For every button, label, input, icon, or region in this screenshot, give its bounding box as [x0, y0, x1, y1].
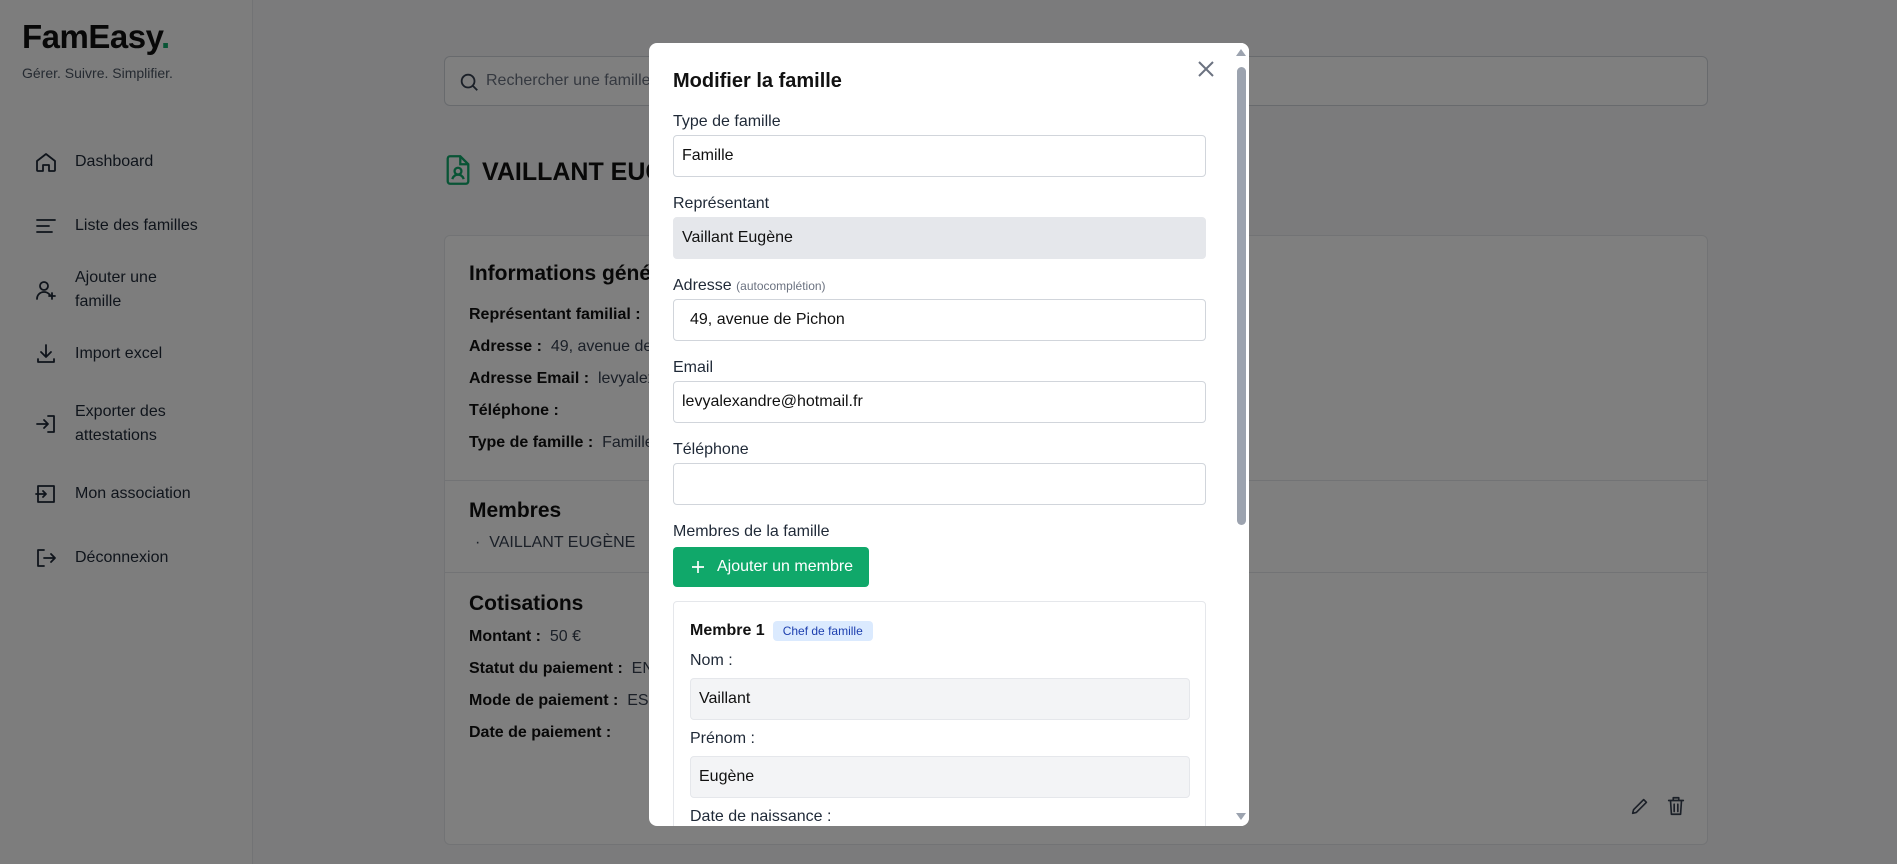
member-first-name-label: Prénom :: [690, 730, 755, 747]
scroll-up-icon[interactable]: [1236, 49, 1246, 56]
member-birthdate-label: Date de naissance :: [690, 808, 832, 825]
representative-field: Vaillant Eugène: [673, 217, 1206, 259]
scroll-down-icon[interactable]: [1236, 813, 1246, 820]
email-field[interactable]: levyalexandre@hotmail.fr: [673, 381, 1206, 423]
member-last-name-field[interactable]: Vaillant: [690, 678, 1190, 720]
edit-family-modal: Modifier la famille Type de famille Fami…: [649, 43, 1249, 826]
add-member-button[interactable]: Ajouter un membre: [673, 547, 869, 587]
modal-content: Modifier la famille Type de famille Fami…: [649, 43, 1233, 826]
family-type-label: Type de famille: [673, 113, 781, 130]
add-member-label: Ajouter un membre: [717, 558, 854, 575]
scrollbar-thumb[interactable]: [1237, 67, 1246, 525]
status-badge: Chef de famille: [772, 621, 873, 641]
phone-field[interactable]: [673, 463, 1206, 505]
plus-icon: [692, 561, 704, 573]
family-type-field[interactable]: Famille: [673, 135, 1206, 177]
member-last-name-label: Nom :: [690, 652, 733, 669]
modal-title: Modifier la famille: [673, 70, 842, 92]
member-card: Membre 1 Chef de famille Nom : Vaillant …: [673, 601, 1206, 826]
family-members-label: Membres de la famille: [673, 523, 830, 540]
representative-label: Représentant: [673, 195, 770, 212]
phone-label: Téléphone: [673, 441, 749, 458]
close-icon[interactable]: [1194, 57, 1218, 81]
modal-scrollbar[interactable]: [1233, 43, 1249, 826]
member-title: Membre 1: [690, 622, 765, 639]
member-header: Membre 1 Chef de famille: [690, 621, 873, 641]
address-label: Adresse (autocomplétion): [673, 277, 826, 294]
member-first-name-field[interactable]: Eugène: [690, 756, 1190, 798]
address-field[interactable]: 49, avenue de Pichon: [673, 299, 1206, 341]
email-label: Email: [673, 359, 714, 376]
